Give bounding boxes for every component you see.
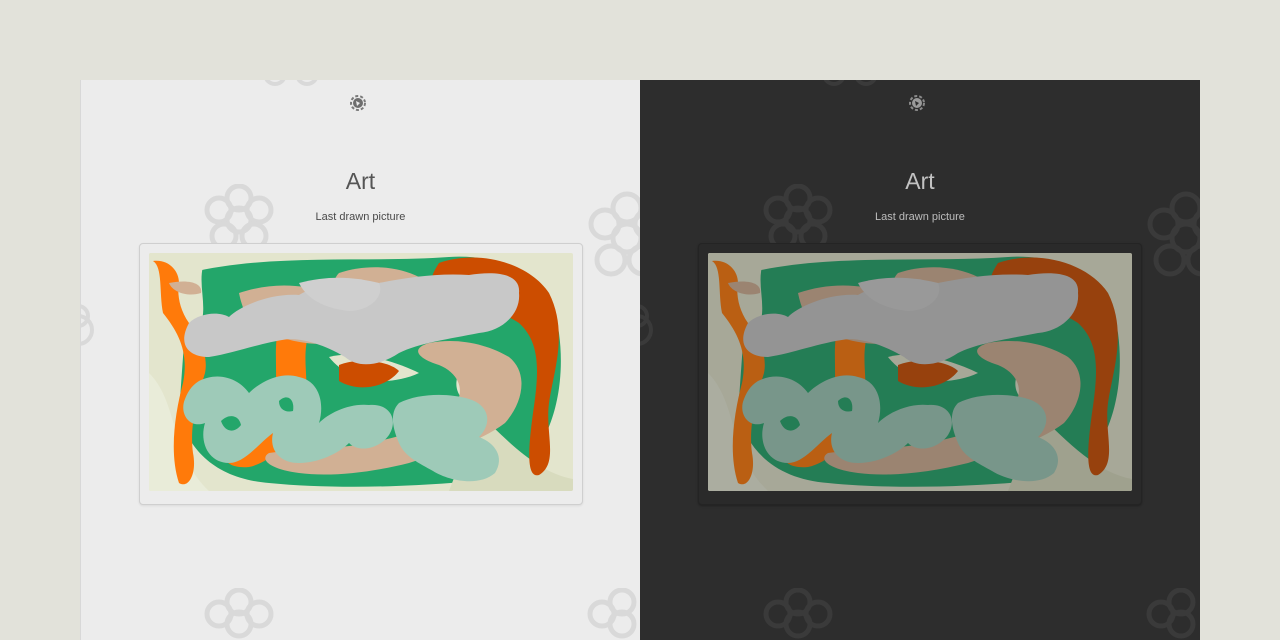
artwork-image: [149, 253, 573, 491]
flower-pattern-icon: [204, 588, 274, 639]
dark-theme-panel: Art Last drawn picture: [640, 80, 1200, 640]
artwork-frame: [139, 243, 583, 505]
flower-pattern-icon: [81, 304, 94, 346]
page-title: Art: [905, 168, 935, 194]
flower-pattern-icon: [587, 588, 637, 639]
artwork-frame: [698, 243, 1142, 505]
flower-pattern-icon: [264, 80, 318, 86]
artwork-image: [708, 253, 1132, 491]
light-theme-panel: Art Last drawn picture: [80, 80, 640, 640]
page-subtitle: Last drawn picture: [315, 211, 406, 223]
flower-pattern-icon: [640, 304, 653, 346]
flower-pattern-icon: [763, 588, 833, 639]
flower-pattern-icon: [1147, 191, 1200, 277]
flower-pattern-icon: [588, 191, 640, 277]
flower-pattern-icon: [823, 80, 877, 86]
preview-stage: Art Last drawn picture Art Last drawn pi…: [80, 80, 1200, 640]
last-drawn-picture[interactable]: [149, 253, 573, 491]
last-drawn-picture[interactable]: [708, 253, 1132, 491]
flower-pattern-icon: [1146, 588, 1196, 639]
page-title: Art: [345, 168, 376, 194]
page-subtitle: Last drawn picture: [875, 211, 965, 223]
settings-gear-logo-icon: [909, 95, 925, 111]
settings-gear-logo-icon: [350, 95, 366, 111]
